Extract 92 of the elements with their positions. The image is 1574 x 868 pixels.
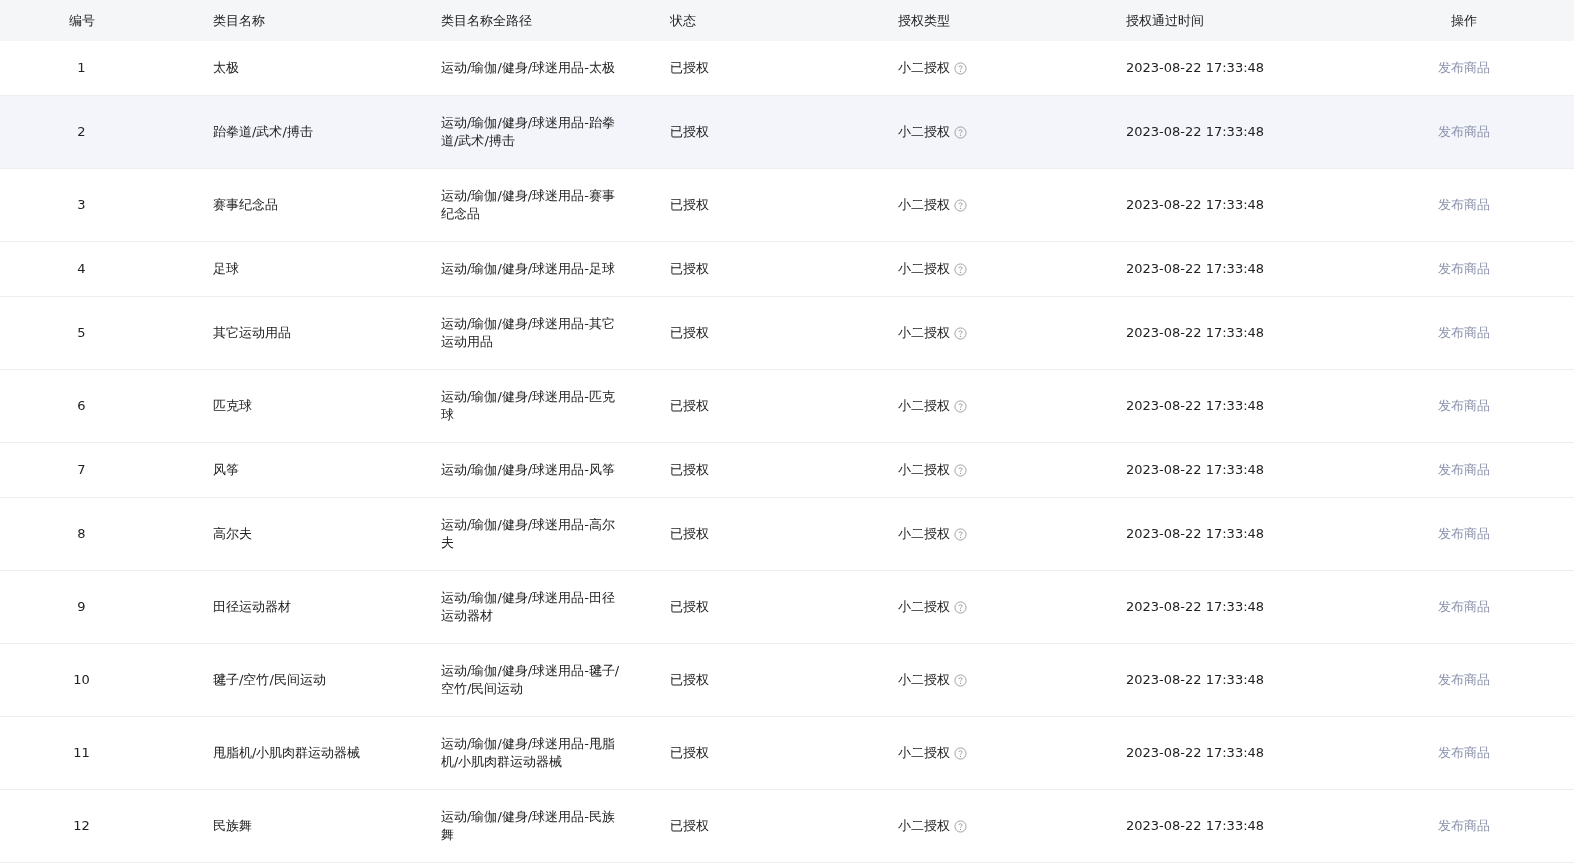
table-cell-text: 匹克球 [213, 397, 253, 415]
help-icon[interactable] [954, 600, 967, 614]
table-cell-text: 运动/瑜伽/健身/球迷用品-匹克球 [441, 388, 616, 424]
table-cell-text: 运动/瑜伽/健身/球迷用品-田径运动器材 [441, 589, 616, 625]
table-cell-text: 2023-08-22 17:33:48 [1126, 598, 1266, 616]
table-cell-text: 运动/瑜伽/健身/球迷用品-足球 [441, 260, 616, 278]
table-cell-text: 已授权 [670, 598, 710, 616]
table-cell-text: 赛事纪念品 [213, 196, 279, 214]
table-cell-text: 运动/瑜伽/健身/球迷用品-太极 [441, 59, 616, 77]
table-cell-text: 已授权 [670, 59, 710, 77]
table-cell-text: 运动/瑜伽/健身/球迷用品-风筝 [441, 461, 616, 479]
table-cell-text: 已授权 [670, 744, 710, 762]
table-cell-text: 已授权 [670, 123, 710, 141]
table-cell-text: 运动/瑜伽/健身/球迷用品-其它运动用品 [441, 315, 616, 351]
table-cell: 小二授权 [898, 397, 950, 415]
table-cell-text: 4 [76, 260, 87, 278]
table-cell-text: 甩脂机/小肌肉群运动器械 [213, 744, 362, 762]
table-cell-text: 8 [76, 525, 87, 543]
column-header: 编号 [67, 11, 96, 30]
table-cell-text: 12 [72, 817, 91, 835]
table-cell-text: 10 [72, 671, 91, 689]
table-cell-text: 2023-08-22 17:33:48 [1126, 671, 1266, 689]
help-icon[interactable] [954, 527, 967, 541]
table-cell-text: 2023-08-22 17:33:48 [1126, 324, 1266, 342]
table-cell: 小二授权 [898, 671, 950, 689]
table-cell-text: 2023-08-22 17:33:48 [1126, 260, 1266, 278]
table-cell-text: 已授权 [670, 461, 710, 479]
column-header: 状态 [670, 11, 697, 30]
table-cell: 小二授权 [898, 598, 950, 616]
table-cell-text: 2023-08-22 17:33:48 [1126, 397, 1266, 415]
table-cell-text: 2023-08-22 17:33:48 [1126, 744, 1266, 762]
table-cell: 小二授权 [898, 817, 950, 835]
help-icon[interactable] [954, 61, 967, 75]
table-cell-text: 7 [76, 461, 87, 479]
table-cell-text: 3 [76, 196, 87, 214]
table-cell-text: 运动/瑜伽/健身/球迷用品-高尔夫 [441, 516, 616, 552]
table-cell-text: 2023-08-22 17:33:48 [1126, 196, 1266, 214]
help-icon[interactable] [954, 463, 967, 477]
table-cell-text: 2023-08-22 17:33:48 [1126, 461, 1266, 479]
table-cell-text: 已授权 [670, 196, 710, 214]
table-cell-text: 田径运动器材 [213, 598, 292, 616]
table-cell-text: 2023-08-22 17:33:48 [1126, 525, 1266, 543]
table-cell-text: 2023-08-22 17:33:48 [1126, 59, 1266, 77]
table-cell-text: 9 [76, 598, 87, 616]
table-cell-text: 运动/瑜伽/健身/球迷用品-甩脂机/小肌肉群运动器械 [441, 735, 616, 771]
help-icon[interactable] [954, 262, 967, 276]
table-cell-text: 1 [76, 59, 87, 77]
table-cell-text: 风筝 [213, 461, 240, 479]
table-cell: 小二授权 [898, 260, 950, 278]
table-cell-text: 运动/瑜伽/健身/球迷用品-赛事纪念品 [441, 187, 616, 223]
table-cell-text: 足球 [213, 260, 240, 278]
table-cell-text: 6 [76, 397, 87, 415]
table-cell-text: 运动/瑜伽/健身/球迷用品-跆拳道/武术/搏击 [441, 114, 616, 150]
table-cell-text: 运动/瑜伽/健身/球迷用品-毽子/空竹/民间运动 [441, 662, 621, 698]
help-icon[interactable] [954, 198, 967, 212]
table-cell: 小二授权 [898, 59, 950, 77]
column-header: 操作 [1450, 11, 1478, 30]
help-icon[interactable] [954, 326, 967, 340]
table-cell: 小二授权 [898, 461, 950, 479]
table-cell: 小二授权 [898, 324, 950, 342]
table-cell-text: 已授权 [670, 525, 710, 543]
table-cell-text: 2 [76, 123, 87, 141]
help-icon[interactable] [954, 819, 967, 833]
table-cell-text: 其它运动用品 [213, 324, 292, 342]
help-icon[interactable] [954, 673, 967, 687]
table-cell-text: 已授权 [670, 817, 710, 835]
table-cell-text: 5 [76, 324, 87, 342]
table-cell: 小二授权 [898, 525, 950, 543]
table-cell-text: 太极 [213, 59, 240, 77]
table-cell-text: 已授权 [670, 260, 710, 278]
table-cell-text: 已授权 [670, 397, 710, 415]
column-header: 授权类型 [898, 11, 951, 30]
column-header: 类目名称全路径 [441, 11, 533, 30]
table-row[interactable]: 2 跆拳道/武术/搏击 运动/瑜伽/健身/球迷用品-跆拳道/武术/搏击 已授权 小二授权 2023-08-22 17:33:48 发布商品 [0, 96, 1574, 169]
help-icon[interactable] [954, 125, 967, 139]
table-cell-text: 运动/瑜伽/健身/球迷用品-民族舞 [441, 808, 616, 844]
table-cell-text: 高尔夫 [213, 525, 253, 543]
table-cell: 小二授权 [898, 196, 950, 214]
table-cell-text: 2023-08-22 17:33:48 [1126, 123, 1266, 141]
table-cell-text: 11 [72, 744, 91, 762]
table-cell-text: 毽子/空竹/民间运动 [213, 671, 327, 689]
table-cell-text: 已授权 [670, 324, 710, 342]
table-cell-text: 跆拳道/武术/搏击 [213, 123, 314, 141]
table-cell-text: 民族舞 [213, 817, 253, 835]
column-header: 类目名称 [213, 11, 266, 30]
table-cell-text: 已授权 [670, 671, 710, 689]
table-cell-text: 2023-08-22 17:33:48 [1126, 817, 1266, 835]
help-icon[interactable] [954, 746, 967, 760]
table-cell: 小二授权 [898, 123, 950, 141]
table-cell: 小二授权 [898, 744, 950, 762]
help-icon[interactable] [954, 399, 967, 413]
column-header: 授权通过时间 [1126, 11, 1205, 30]
